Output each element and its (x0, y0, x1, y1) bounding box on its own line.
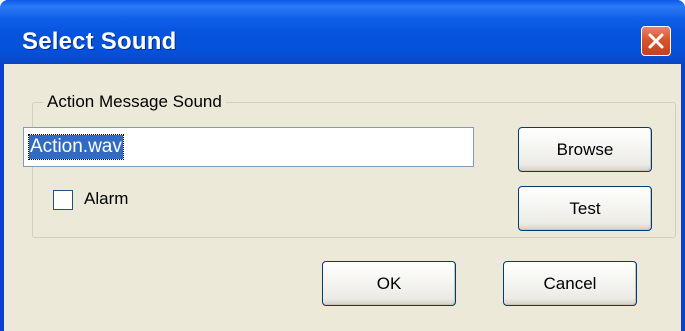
window-title: Select Sound (22, 28, 177, 55)
close-button[interactable] (641, 26, 671, 56)
ok-button[interactable]: OK (322, 261, 456, 306)
close-icon (648, 33, 664, 49)
sound-file-value: Action.wav (28, 134, 124, 160)
alarm-checkbox[interactable] (53, 190, 73, 210)
select-sound-dialog: Select Sound Action Message Sound Action… (0, 0, 685, 331)
title-bar[interactable]: Select Sound (0, 0, 685, 64)
browse-button[interactable]: Browse (518, 127, 652, 172)
group-label: Action Message Sound (43, 91, 226, 113)
alarm-checkbox-label[interactable]: Alarm (84, 188, 128, 210)
ok-button-label: OK (376, 274, 402, 293)
sound-file-input[interactable]: Action.wav (23, 127, 474, 167)
cancel-button-label: Cancel (543, 274, 597, 293)
cancel-button[interactable]: Cancel (503, 261, 637, 306)
dialog-body: Action Message Sound Action.wav Browse A… (4, 64, 681, 331)
test-button-label: Test (569, 199, 601, 218)
test-button[interactable]: Test (518, 186, 652, 231)
browse-button-label: Browse (556, 140, 614, 159)
